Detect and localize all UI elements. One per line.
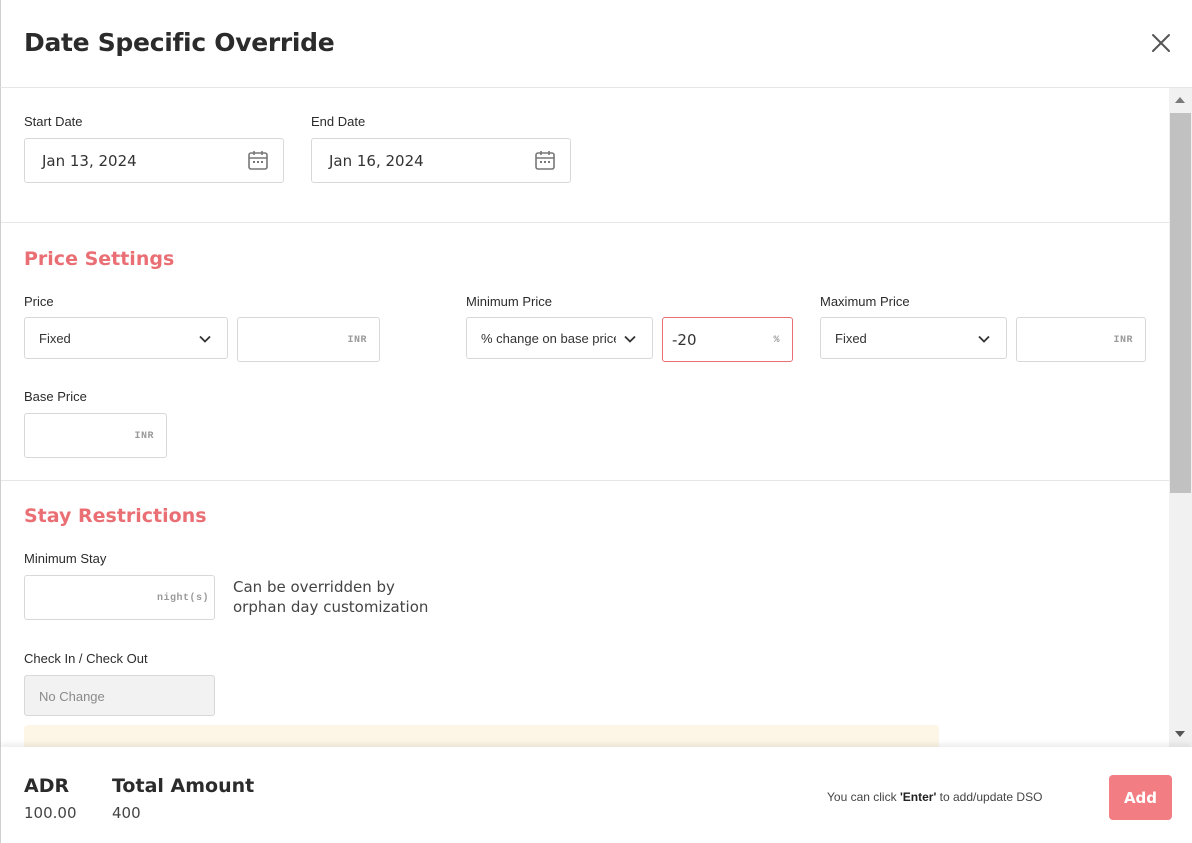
adr-label: ADR bbox=[24, 775, 70, 797]
min-price-mode-select[interactable]: % change on base price bbox=[466, 317, 653, 359]
start-date-value: Jan 13, 2024 bbox=[42, 152, 137, 170]
max-price-mode-value: Fixed bbox=[835, 331, 867, 346]
dialog-title: Date Specific Override bbox=[24, 28, 335, 57]
scroll-down-icon[interactable] bbox=[1175, 731, 1185, 737]
price-unit: INR bbox=[347, 335, 367, 346]
min-stay-note: Can be overridden by orphan day customiz… bbox=[233, 577, 428, 617]
max-price-input[interactable]: INR bbox=[1016, 317, 1146, 362]
min-stay-input[interactable]: night(s) bbox=[24, 575, 215, 620]
check-in-out-label: Check In / Check Out bbox=[24, 651, 148, 666]
dialog-footer: ADR 100.00 Total Amount 400 You can clic… bbox=[0, 747, 1192, 843]
price-mode-select[interactable]: Fixed bbox=[24, 317, 228, 359]
dialog-header: Date Specific Override bbox=[0, 0, 1192, 88]
check-in-out-value: No Change bbox=[39, 689, 105, 704]
close-icon[interactable] bbox=[1149, 31, 1173, 55]
base-price-label: Base Price bbox=[24, 389, 87, 404]
scroll-thumb[interactable] bbox=[1170, 113, 1191, 493]
calendar-icon[interactable] bbox=[247, 149, 269, 171]
min-stay-unit: night(s) bbox=[156, 593, 209, 604]
price-label: Price bbox=[24, 294, 54, 309]
dialog-body[interactable]: Start Date Jan 13, 2024 End Date Jan 16,… bbox=[0, 88, 1169, 747]
stay-restrictions-title: Stay Restrictions bbox=[24, 505, 207, 527]
min-stay-note-line1: Can be overridden by bbox=[233, 578, 395, 596]
end-date-value: Jan 16, 2024 bbox=[329, 152, 424, 170]
section-divider bbox=[1, 480, 1169, 481]
close-button[interactable] bbox=[1149, 31, 1173, 55]
end-date-input[interactable]: Jan 16, 2024 bbox=[311, 138, 571, 183]
max-price-label: Maximum Price bbox=[820, 294, 910, 309]
hint-key: 'Enter' bbox=[899, 790, 937, 804]
calendar-icon[interactable] bbox=[534, 149, 556, 171]
base-price-input[interactable]: INR bbox=[24, 413, 167, 458]
end-date-label: End Date bbox=[311, 114, 366, 129]
min-stay-note-line2: orphan day customization bbox=[233, 598, 429, 616]
adr-value: 100.00 bbox=[24, 804, 77, 822]
start-date-label: Start Date bbox=[24, 114, 83, 129]
base-price-unit: INR bbox=[134, 431, 154, 442]
min-price-unit: % bbox=[773, 335, 780, 346]
min-price-mode-value: % change on base price bbox=[481, 331, 616, 346]
hint-suffix: to add/update DSO bbox=[936, 790, 1043, 804]
check-in-out-warning bbox=[24, 725, 939, 747]
max-price-unit: INR bbox=[1113, 335, 1133, 346]
price-settings-title: Price Settings bbox=[24, 248, 175, 270]
chevron-down-icon bbox=[624, 335, 636, 343]
price-input[interactable]: INR bbox=[237, 317, 380, 362]
price-mode-value: Fixed bbox=[39, 331, 71, 346]
section-divider bbox=[1, 222, 1169, 223]
add-button[interactable]: Add bbox=[1109, 775, 1172, 820]
min-stay-label: Minimum Stay bbox=[24, 551, 107, 566]
enter-hint: You can click 'Enter' to add/update DSO bbox=[827, 790, 1042, 804]
hint-prefix: You can click bbox=[827, 790, 900, 804]
check-in-out-select: No Change bbox=[24, 675, 215, 716]
chevron-down-icon bbox=[978, 335, 990, 343]
min-price-input[interactable]: -20 % bbox=[662, 317, 793, 362]
max-price-mode-select[interactable]: Fixed bbox=[820, 317, 1007, 359]
min-price-label: Minimum Price bbox=[466, 294, 552, 309]
min-price-value: -20 bbox=[672, 331, 697, 349]
chevron-down-icon bbox=[199, 335, 211, 343]
scroll-up-icon[interactable] bbox=[1175, 97, 1185, 103]
scrollbar[interactable] bbox=[1169, 88, 1192, 747]
start-date-input[interactable]: Jan 13, 2024 bbox=[24, 138, 284, 183]
total-amount-value: 400 bbox=[112, 804, 141, 822]
total-amount-label: Total Amount bbox=[112, 775, 255, 797]
